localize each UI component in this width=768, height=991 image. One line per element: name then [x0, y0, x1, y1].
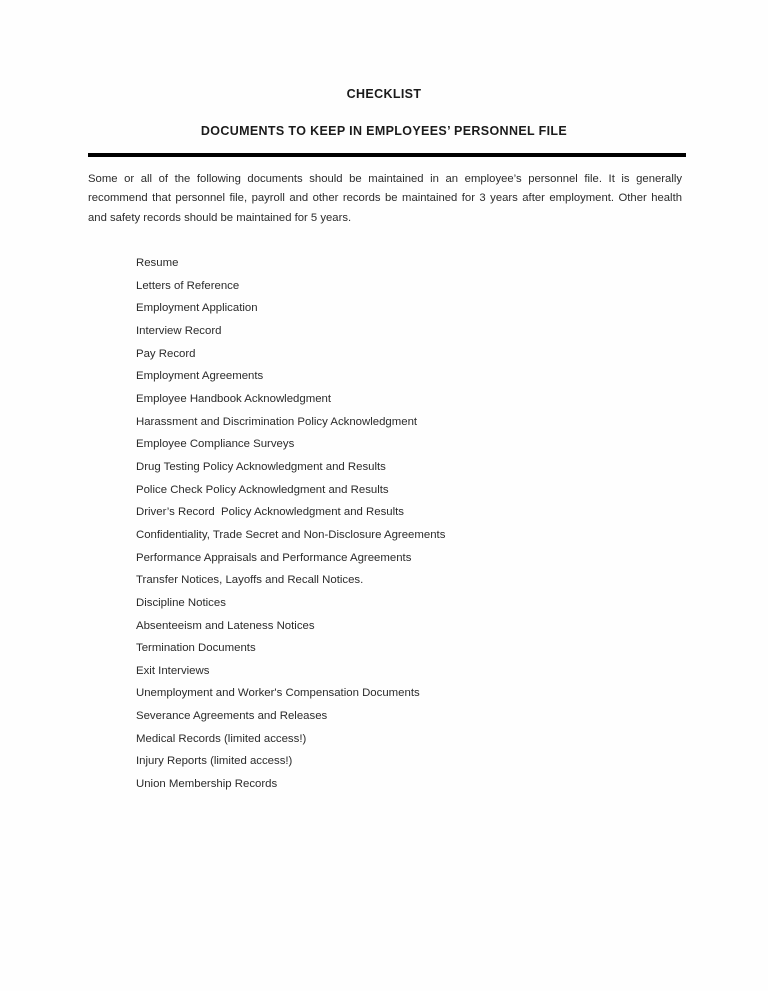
list-item: Employee Handbook Acknowledgment — [136, 392, 332, 405]
list-item: Absenteeism and Lateness Notices — [136, 619, 315, 632]
list-item: Unemployment and Worker's Compensation D… — [136, 687, 420, 700]
list-item: Transfer Notices, Layoffs and Recall Not… — [136, 574, 364, 587]
list-item: Performance Appraisals and Performance A… — [136, 551, 412, 564]
list-item: Medical Records (limited access!) — [136, 732, 307, 745]
list-item: Harassment and Discrimination Policy Ack… — [136, 415, 418, 428]
page-title: CHECKLIST — [346, 87, 422, 101]
list-item: Employee Compliance Surveys — [136, 438, 295, 451]
list-item: Exit Interviews — [136, 664, 210, 677]
list-item: Driver’s Record Policy Acknowledgment an… — [136, 506, 405, 519]
checklist-items-list: Resume Letters of Reference Employment A… — [136, 252, 696, 796]
list-item: Union Membership Records — [136, 778, 278, 791]
intro-paragraph: Some or all of the following documents s… — [88, 173, 682, 224]
list-item: Pay Record — [136, 347, 196, 360]
list-item: Employment Application — [136, 302, 258, 315]
document-page: CHECKLIST DOCUMENTS TO KEEP IN EMPLOYEES… — [0, 0, 768, 991]
list-item: Interview Record — [136, 324, 222, 337]
header-divider-rule — [88, 153, 686, 157]
list-item: Discipline Notices — [136, 596, 226, 609]
list-item: Injury Reports (limited access!) — [136, 755, 293, 768]
document-heading-block: CHECKLIST DOCUMENTS TO KEEP IN EMPLOYEES… — [0, 87, 768, 139]
page-subtitle: DOCUMENTS TO KEEP IN EMPLOYEES’ PERSONNE… — [200, 123, 568, 138]
list-item: Police Check Policy Acknowledgment and R… — [136, 483, 389, 496]
list-item: Drug Testing Policy Acknowledgment and R… — [136, 460, 386, 473]
list-item: Letters of Reference — [136, 279, 240, 292]
list-item: Severance Agreements and Releases — [136, 710, 328, 723]
list-item: Confidentiality, Trade Secret and Non-Di… — [136, 528, 446, 541]
list-item: Termination Documents — [136, 642, 256, 655]
list-item: Resume — [136, 257, 179, 269]
list-item: Employment Agreements — [136, 370, 264, 383]
